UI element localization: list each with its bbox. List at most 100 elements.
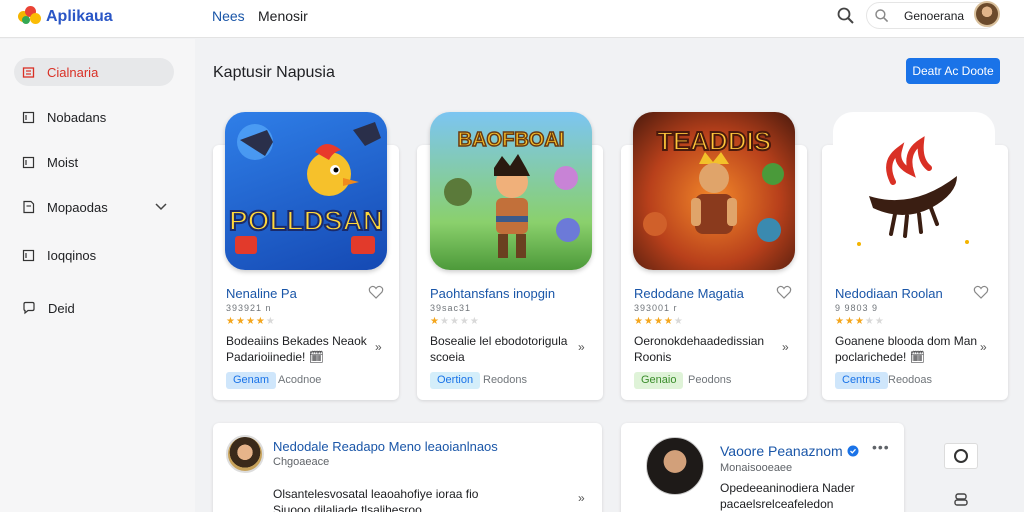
game-art-title: POLLDSAN [229, 205, 383, 236]
star-filled-icon: ★ [854, 316, 865, 327]
post-avatar[interactable] [226, 435, 264, 473]
chevron-down-icon[interactable] [154, 202, 168, 212]
star-empty-icon: ★ [265, 316, 276, 327]
sidebar-item-home[interactable]: Cialnaria [14, 58, 174, 86]
star-filled-icon: ★ [844, 316, 855, 327]
star-filled-icon: ★ [226, 316, 236, 327]
app-description: Bosealie lel ebodotorigula scoeia [430, 334, 568, 364]
star-filled-icon: ★ [255, 316, 266, 327]
bookmark-icon [22, 156, 35, 168]
star-empty-icon: ★ [449, 316, 460, 327]
app-thumbnail[interactable]: BAOFBOAI [430, 112, 592, 270]
app-thumbnail[interactable] [833, 112, 995, 270]
post-text: Olsantelesvosatal leaoahofiye ioraa fio [273, 487, 479, 501]
game-art-image: TEADDIS [643, 125, 784, 242]
settings-icon[interactable] [953, 491, 969, 507]
star-filled-icon: ★ [653, 316, 664, 327]
tag-icon [23, 200, 35, 214]
app-thumbnail[interactable]: POLLDSAN [225, 112, 387, 270]
expand-icon[interactable]: » [578, 491, 585, 505]
game-art-title: BAOFBOAI [458, 129, 565, 151]
search-field-icon [875, 9, 889, 23]
app-title[interactable]: Nedodiaan Roolan [835, 286, 943, 301]
post-avatar[interactable] [646, 437, 704, 495]
app-meta: 9 9803 9 [835, 303, 879, 313]
app-logo[interactable]: Aplikaua [18, 6, 113, 28]
post-text: Siuooo dilaliade tlsalihesroo [273, 503, 422, 512]
sidebar-item-label: Cialnaria [47, 64, 99, 80]
app-meta: 393001 r [634, 303, 678, 313]
star-filled-icon: ★ [663, 316, 674, 327]
secondary-label: Acodnoe [278, 374, 322, 386]
post-subtitle: Monaisooeaee [720, 462, 793, 474]
post-card[interactable]: Nedodale Readapo Meno leaoianlnaos Chgoa… [213, 423, 602, 512]
app-title[interactable]: Nenaline Pa [226, 286, 297, 301]
star-filled-icon: ★ [235, 316, 246, 327]
sidebar-item-nobadans[interactable]: Nobadans [14, 103, 174, 131]
app-name: Aplikaua [46, 8, 113, 25]
post-card[interactable]: Vaoore Peanaznom ••• Monaisooeaee Opedee… [621, 423, 904, 512]
category-chip[interactable]: Centrus [835, 372, 888, 389]
favorite-icon[interactable] [776, 284, 792, 300]
game-art-image [857, 136, 969, 246]
search-placeholder: Genoerana [904, 9, 965, 23]
expand-icon[interactable]: » [782, 340, 789, 354]
category-chip[interactable]: Oertion [430, 372, 481, 389]
sidebar-item-label: Mopaodas [47, 199, 108, 215]
home-icon [22, 66, 35, 78]
nav-link-nees[interactable]: Nees [212, 8, 245, 24]
post-text: pacaelsrelceafeledon [720, 497, 834, 511]
sidebar-item-mopaodas[interactable]: Mopaodas [14, 193, 174, 221]
more-options-icon[interactable]: ••• [872, 439, 890, 455]
star-empty-icon: ★ [439, 316, 450, 327]
star-filled-icon: ★ [245, 316, 256, 327]
star-empty-icon: ★ [864, 316, 875, 327]
app-title[interactable]: Paohtansfans inopgin [430, 286, 555, 301]
search-icon[interactable] [836, 6, 856, 26]
bookmark-icon [22, 111, 35, 123]
app-description: Oeronokdehaadedissian Roonis [634, 334, 765, 364]
sidebar-item-label: Deid [48, 300, 75, 316]
star-filled-icon: ★ [634, 316, 644, 327]
favorite-icon[interactable] [368, 284, 384, 300]
record-button[interactable] [944, 443, 978, 469]
app-meta: 39sac31 [430, 303, 472, 313]
sidebar-item-ioqqinos[interactable]: Ioqqinos [14, 241, 174, 269]
sidebar-item-label: Ioqqinos [47, 247, 97, 263]
post-text: Opedeeaninodiera Nader [720, 481, 855, 495]
star-filled-icon: ★ [643, 316, 654, 327]
sidebar-item-label: Nobadans [47, 109, 107, 125]
post-subtitle: Chgoaeace [273, 456, 330, 468]
rating-stars: ★★★★★ [430, 316, 480, 327]
app-thumbnail[interactable]: TEADDIS [633, 112, 795, 270]
star-empty-icon: ★ [459, 316, 470, 327]
secondary-label: Reodoas [888, 374, 933, 386]
game-art-title: TEADDIS [657, 126, 771, 156]
user-avatar[interactable] [974, 1, 1000, 27]
category-chip[interactable]: Genaio [634, 372, 684, 389]
game-art-image: BAOFBOAI [444, 128, 580, 258]
sidebar-item-deid[interactable]: Deid [14, 294, 174, 322]
verified-icon [847, 445, 859, 457]
sidebar-item-moist[interactable]: Moist [14, 148, 174, 176]
primary-action-button[interactable]: Deatr Ac Doote [906, 58, 1000, 84]
post-author[interactable]: Vaoore Peanaznom [720, 443, 843, 459]
expand-icon[interactable]: » [578, 340, 585, 354]
category-chip[interactable]: Genam [226, 372, 277, 389]
sidebar-item-label: Moist [47, 154, 79, 170]
app-description: Bodeaiins Bekades Neaok Padarioiinedie! … [226, 334, 367, 364]
rating-stars: ★★★★★ [634, 316, 684, 327]
expand-icon[interactable]: » [980, 340, 987, 354]
secondary-label: Peodons [688, 374, 732, 386]
page-title: Kaptusir Napusia [213, 64, 335, 81]
star-empty-icon: ★ [673, 316, 684, 327]
post-author[interactable]: Nedodale Readapo Meno leaoianlnaos [273, 439, 498, 454]
rating-stars: ★★★★★ [226, 316, 276, 327]
app-description: Goanene blooda dom Man poclarichede! 🗓 [835, 334, 978, 364]
favorite-icon[interactable] [973, 284, 989, 300]
bookmark-icon [22, 249, 35, 261]
app-title[interactable]: Redodane Magatia [634, 286, 744, 301]
game-art-image: POLLDSAN [228, 122, 384, 254]
expand-icon[interactable]: » [375, 340, 382, 354]
nav-link-menosir[interactable]: Menosir [258, 8, 308, 24]
